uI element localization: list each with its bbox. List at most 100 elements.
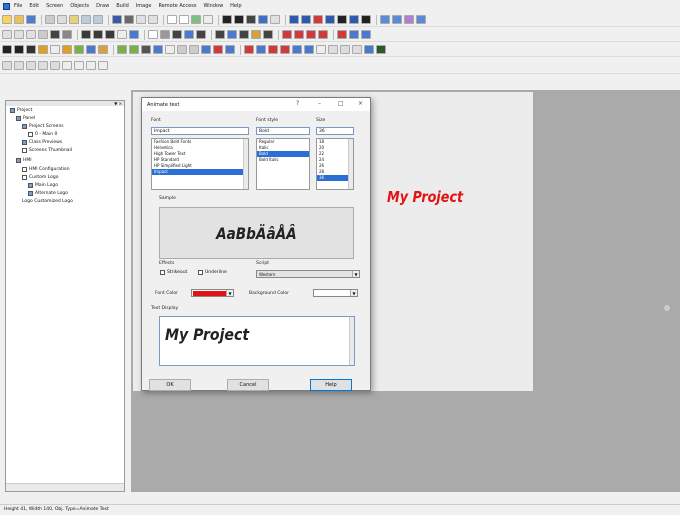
font-size-field[interactable]: 36 xyxy=(316,127,354,135)
background-color-picker[interactable]: ▼ xyxy=(313,289,358,297)
properties-icon[interactable] xyxy=(38,30,48,39)
report-icon[interactable] xyxy=(349,15,359,24)
alarm-object-icon[interactable] xyxy=(244,45,254,54)
pen-icon[interactable] xyxy=(270,15,280,24)
font-color-picker[interactable]: ▼ xyxy=(191,289,234,297)
minimize-icon[interactable]: – xyxy=(318,100,321,107)
view-icon[interactable] xyxy=(352,45,362,54)
polygon-icon[interactable] xyxy=(184,30,194,39)
font-style-list[interactable]: Regular Italic Bold Bold Italic xyxy=(256,138,310,190)
bitmap-icon[interactable] xyxy=(251,30,261,39)
pipe-icon[interactable] xyxy=(213,45,223,54)
grid-icon[interactable] xyxy=(222,15,232,24)
arrow-icon[interactable] xyxy=(165,45,175,54)
tree-node-custom-logo[interactable]: Custom Logo xyxy=(22,175,58,180)
lock-icon[interactable] xyxy=(98,61,108,70)
layout-icon[interactable] xyxy=(340,45,350,54)
menu-file[interactable]: File xyxy=(14,3,22,9)
size-list-scrollbar[interactable] xyxy=(348,139,353,189)
zoom-out-icon[interactable] xyxy=(203,15,213,24)
build-icon[interactable] xyxy=(112,15,122,24)
font-name-field[interactable]: Impact xyxy=(151,127,249,135)
hyperlink-icon[interactable] xyxy=(98,45,108,54)
export-icon[interactable] xyxy=(376,45,386,54)
stop-icon[interactable] xyxy=(361,15,371,24)
line-color-icon[interactable] xyxy=(306,30,316,39)
script-select[interactable]: Western ▼ xyxy=(256,270,360,278)
alarm-icon[interactable] xyxy=(313,15,323,24)
text-display-input[interactable]: My Project xyxy=(159,316,355,366)
checkbox-object-icon[interactable] xyxy=(227,30,237,39)
object-icon[interactable] xyxy=(2,30,12,39)
tree-node-hmi[interactable]: HMI xyxy=(16,158,32,163)
tree-node-alternate-logo[interactable]: Alternate Logo xyxy=(28,191,68,196)
text-color-icon[interactable] xyxy=(282,30,292,39)
move-left-icon[interactable] xyxy=(2,61,12,70)
menu-screen[interactable]: Screen xyxy=(46,3,63,9)
tree-horizontal-scrollbar[interactable] xyxy=(6,483,124,491)
script-icon[interactable] xyxy=(404,15,414,24)
zoom-in-icon[interactable] xyxy=(191,15,201,24)
tree-node-screens-thumbnail[interactable]: Screens Thumbnail xyxy=(22,148,72,153)
close-icon[interactable]: × xyxy=(358,100,363,107)
tree-node-customized-logo[interactable]: Logo Customized Logo xyxy=(22,199,73,204)
text-size-icon[interactable] xyxy=(38,61,48,70)
strikeout-checkbox[interactable]: Strikeout xyxy=(160,270,187,275)
graph-icon[interactable] xyxy=(364,45,374,54)
paste-icon[interactable] xyxy=(69,15,79,24)
snap-icon[interactable] xyxy=(86,61,96,70)
menu-help[interactable]: Help xyxy=(230,3,241,9)
bold-icon[interactable] xyxy=(14,45,24,54)
text-tool-icon[interactable] xyxy=(2,45,12,54)
symbol-icon[interactable] xyxy=(225,45,235,54)
smart-message-icon[interactable] xyxy=(292,45,302,54)
font-icon[interactable] xyxy=(318,30,328,39)
maximize-icon[interactable]: □ xyxy=(338,100,344,107)
position-icon[interactable] xyxy=(62,45,72,54)
bargraph-icon[interactable] xyxy=(129,45,139,54)
image-icon[interactable] xyxy=(337,30,347,39)
menu-image[interactable]: Image xyxy=(136,3,152,9)
table-icon[interactable] xyxy=(361,30,371,39)
menu-objects[interactable]: Objects xyxy=(70,3,89,9)
animation-icon[interactable] xyxy=(26,45,36,54)
menu-build[interactable]: Build xyxy=(116,3,129,9)
alarm-control-icon[interactable] xyxy=(304,45,314,54)
font-size-list[interactable]: 18 20 22 24 26 28 36 xyxy=(316,138,354,190)
align-bottom-icon[interactable] xyxy=(129,30,139,39)
send-back-icon[interactable] xyxy=(62,30,72,39)
new-icon[interactable] xyxy=(2,15,12,24)
tree-header[interactable]: ▼ × xyxy=(6,101,124,106)
ungroup-icon[interactable] xyxy=(26,30,36,39)
trend-icon[interactable] xyxy=(325,15,335,24)
pointer-icon[interactable] xyxy=(148,15,158,24)
radio-object-icon[interactable] xyxy=(239,30,249,39)
menu-window[interactable]: Window xyxy=(203,3,223,9)
align-center-icon[interactable] xyxy=(93,30,103,39)
move-down-icon[interactable] xyxy=(50,61,60,70)
screen-icon[interactable] xyxy=(258,15,268,24)
record-icon[interactable] xyxy=(337,15,347,24)
align-top-icon[interactable] xyxy=(117,30,127,39)
font-style-field[interactable]: Bold xyxy=(256,127,310,135)
visibility-icon[interactable] xyxy=(141,45,151,54)
rounded-rect-icon[interactable] xyxy=(177,45,187,54)
layer-icon[interactable] xyxy=(246,15,256,24)
tree-node-class-previews[interactable]: Class Previews xyxy=(22,140,62,145)
arc-icon[interactable] xyxy=(201,45,211,54)
line-icon[interactable] xyxy=(172,30,182,39)
tree-node-hmi-config[interactable]: HMI Configuration xyxy=(22,167,70,172)
grid-object-icon[interactable] xyxy=(268,45,278,54)
chart-icon[interactable] xyxy=(349,30,359,39)
resize-icon[interactable] xyxy=(86,45,96,54)
pen-tool-icon[interactable] xyxy=(50,45,60,54)
bring-front-icon[interactable] xyxy=(50,30,60,39)
polyline-icon[interactable] xyxy=(196,30,206,39)
search-icon[interactable] xyxy=(179,15,189,24)
help-button[interactable]: Help xyxy=(310,379,352,391)
copy-icon[interactable] xyxy=(57,15,67,24)
save-icon[interactable] xyxy=(26,15,36,24)
ok-button[interactable]: OK xyxy=(149,379,191,391)
ellipse-icon[interactable] xyxy=(189,45,199,54)
font-list[interactable]: Fashion Bold Fonts Helvetica High Tower … xyxy=(151,138,249,190)
